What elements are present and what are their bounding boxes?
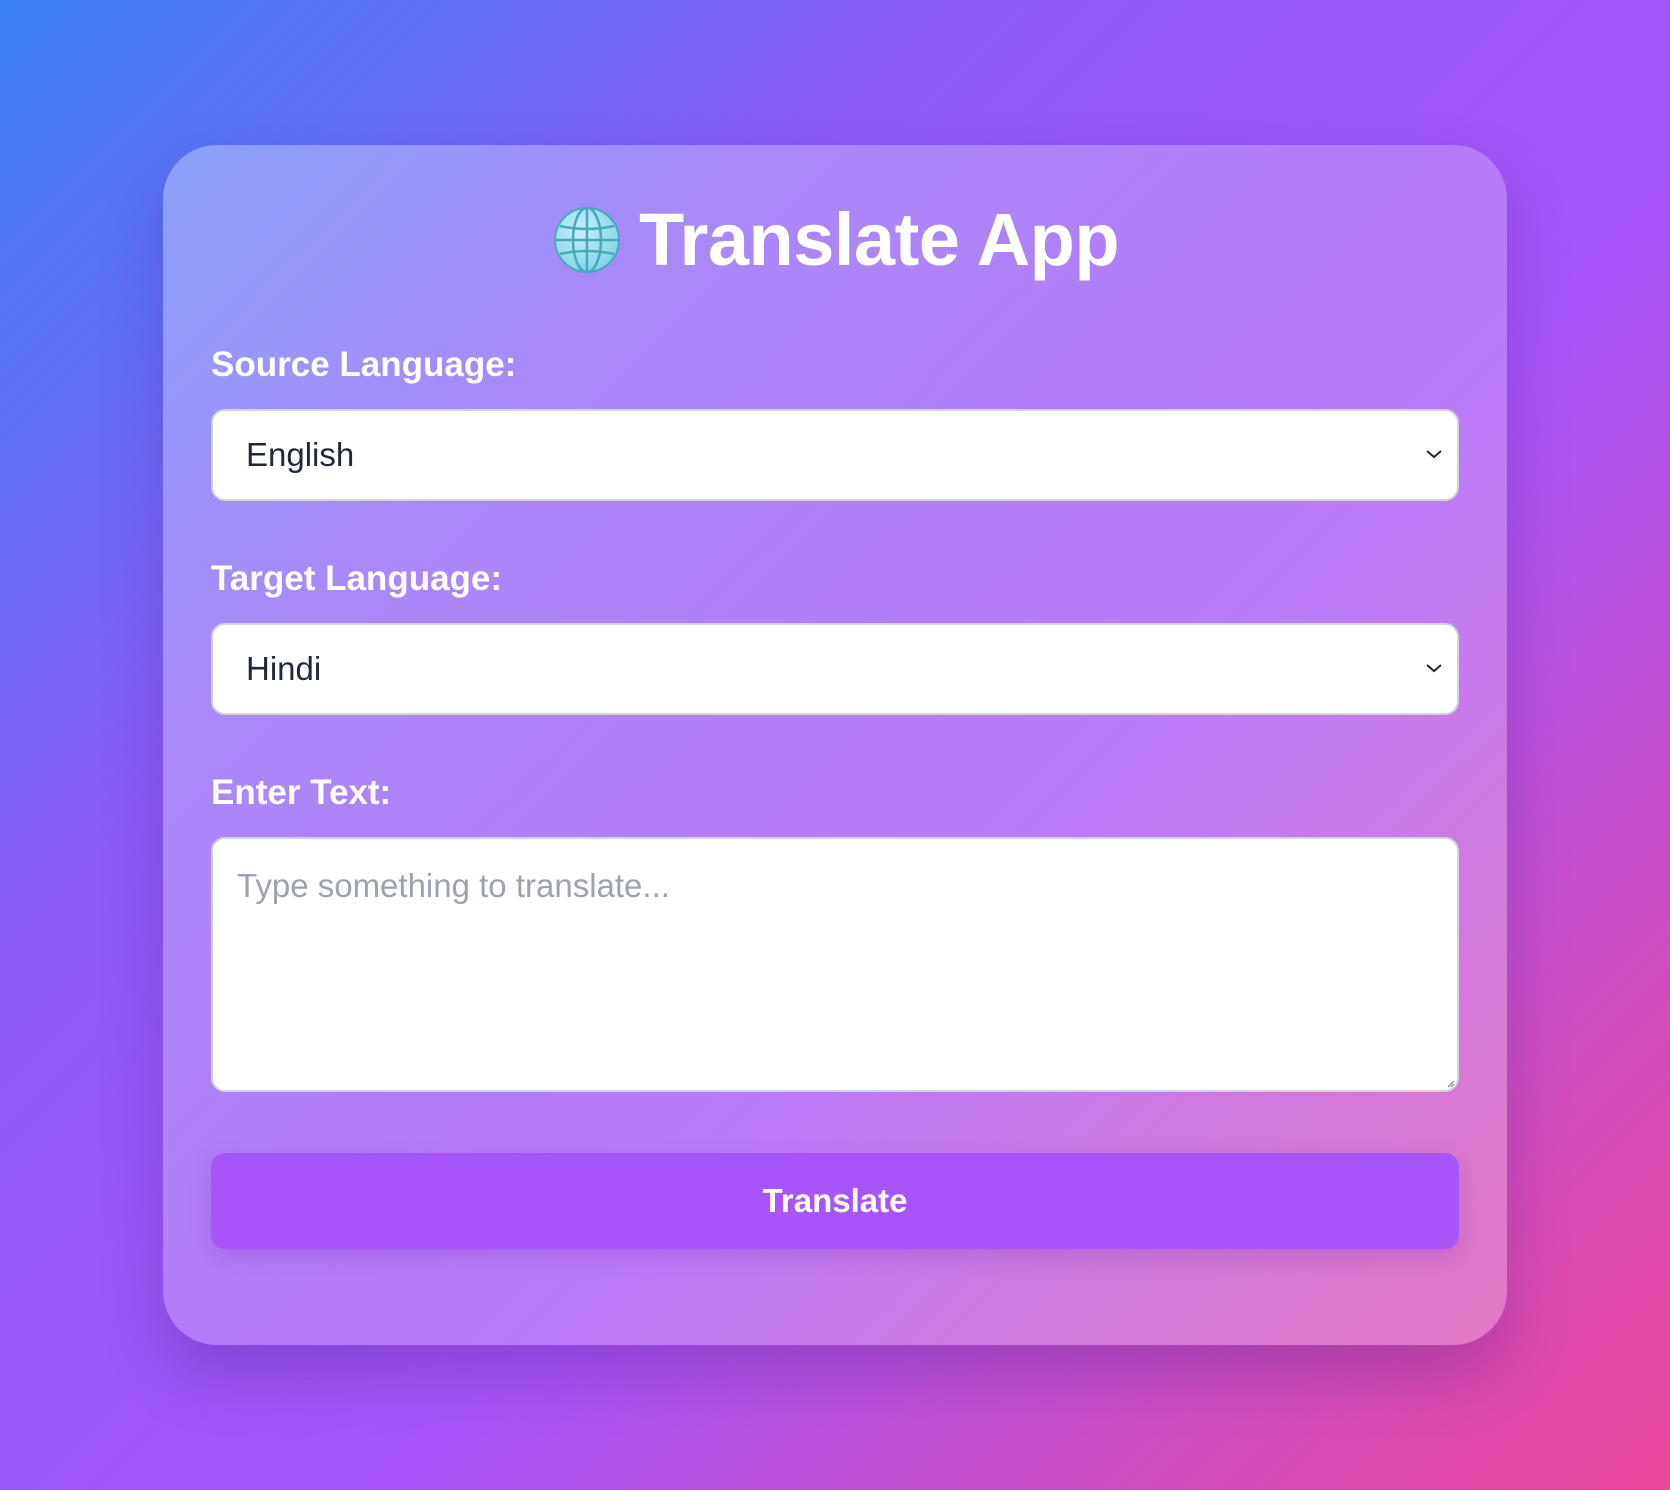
header: Translate App <box>163 195 1507 285</box>
chevron-down-icon <box>1426 664 1442 673</box>
text-input[interactable]: Type something to translate... <box>211 837 1459 1092</box>
source-language-label: Source Language: <box>211 345 517 384</box>
resize-handle-icon[interactable] <box>1447 1080 1455 1088</box>
target-language-value: Hindi <box>246 650 322 687</box>
globe-icon <box>551 204 623 276</box>
text-input-placeholder: Type something to translate... <box>237 867 670 904</box>
source-language-value: English <box>246 436 355 473</box>
target-language-select[interactable]: Hindi <box>211 623 1459 715</box>
translate-card: Translate App Source Language: English T… <box>163 145 1507 1345</box>
source-language-select[interactable]: English <box>211 409 1459 501</box>
enter-text-label: Enter Text: <box>211 773 392 812</box>
translate-button[interactable]: Translate <box>211 1153 1459 1249</box>
target-language-label: Target Language: <box>211 559 503 598</box>
chevron-down-icon <box>1426 450 1442 459</box>
page-title: Translate App <box>638 198 1120 281</box>
